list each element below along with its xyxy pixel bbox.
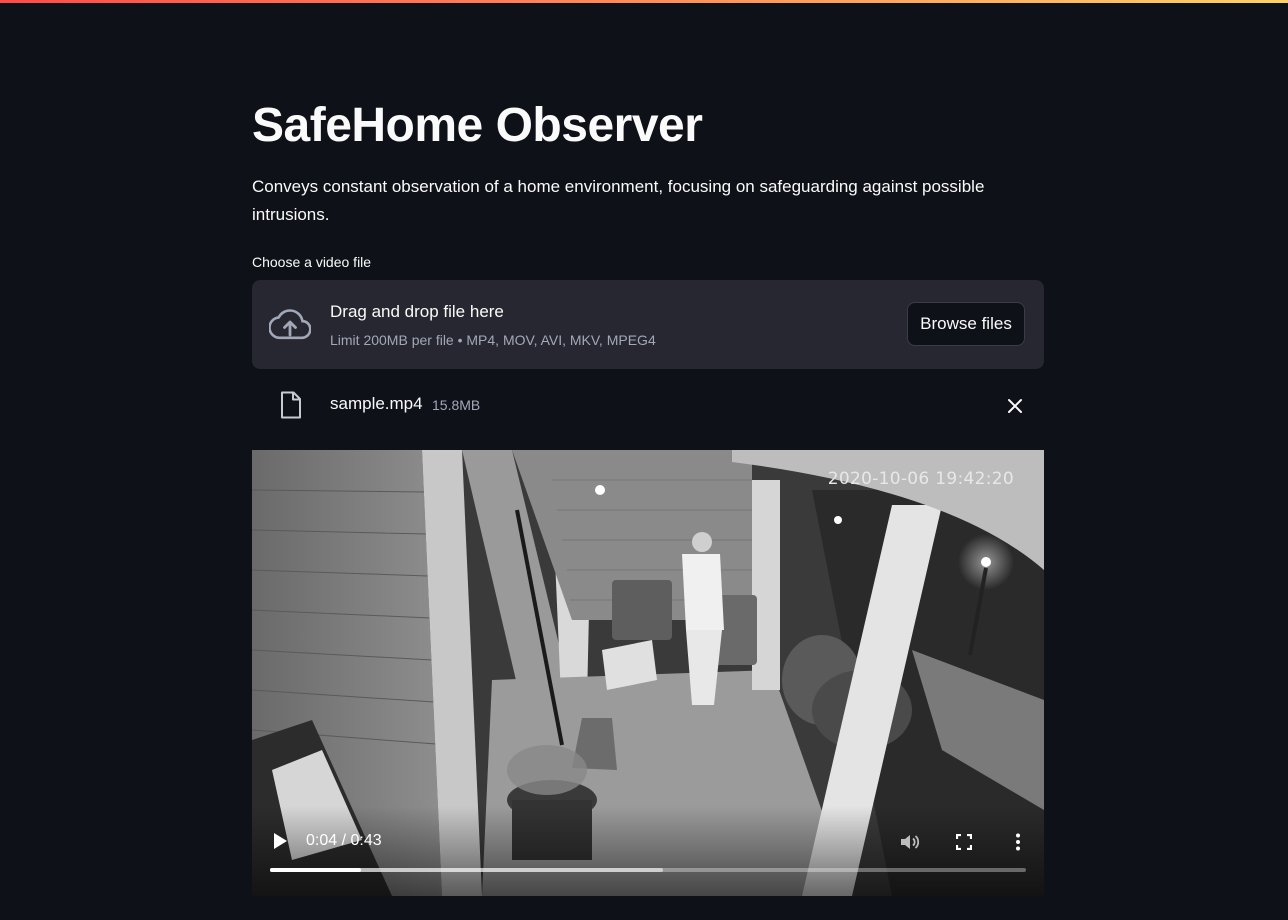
video-progress-bar[interactable] <box>270 868 1026 872</box>
more-options-button[interactable] <box>1006 830 1030 854</box>
dropzone-limit-text: Limit 200MB per file • MP4, MOV, AVI, MK… <box>330 332 656 348</box>
dropzone-title: Drag and drop file here <box>330 302 504 321</box>
controls-overlay <box>252 806 1044 896</box>
browse-files-button[interactable]: Browse files <box>907 302 1025 346</box>
uploader-label: Choose a video file <box>252 254 372 270</box>
page-description: Conveys constant observation of a home e… <box>252 177 985 224</box>
volume-icon <box>901 835 920 849</box>
page-title: SafeHome Observer <box>252 99 703 152</box>
progress-played <box>270 868 361 872</box>
fullscreen-button[interactable] <box>952 830 976 854</box>
video-timestamp-overlay: 2020-10-06 19:42:20 <box>827 469 1014 489</box>
file-icon <box>281 391 301 419</box>
play-button[interactable] <box>268 829 292 853</box>
fullscreen-icon <box>956 834 972 850</box>
volume-button[interactable] <box>898 830 922 854</box>
video-time-display: 0:04 / 0:43 <box>306 832 382 849</box>
cloud-upload-icon <box>269 309 311 340</box>
more-vertical-icon <box>1016 833 1020 851</box>
uploaded-file-row: sample.mp4 15.8MB <box>252 385 1044 425</box>
remove-file-button[interactable] <box>1002 393 1028 419</box>
uploaded-file-size: 15.8MB <box>432 397 481 413</box>
file-dropzone[interactable]: Drag and drop file here Limit 200MB per … <box>252 280 1044 369</box>
uploaded-file-name: sample.mp4 <box>330 394 423 413</box>
video-player[interactable]: 2020-10-06 19:42:20 0:04 / 0:43 <box>252 450 1044 896</box>
close-icon <box>1008 399 1022 413</box>
play-icon <box>274 833 287 849</box>
top-decoration-bar <box>0 0 1288 3</box>
